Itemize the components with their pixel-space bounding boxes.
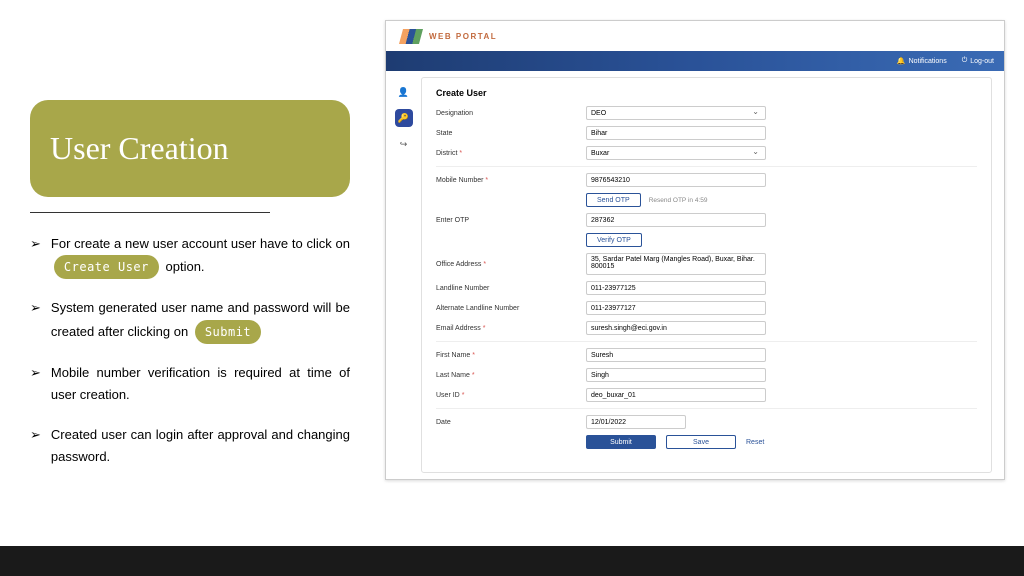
create-user-form: Create User Designation DEO State Bihar … xyxy=(421,77,992,473)
resend-timer: Resend OTP in 4:59 xyxy=(649,197,708,204)
notifications-label: Notifications xyxy=(909,58,947,65)
instruction-item: System generated user name and password … xyxy=(30,297,350,343)
key-icon[interactable]: 🔑 xyxy=(395,109,413,127)
office-label: Office Address * xyxy=(436,261,586,268)
instruction-panel: User Creation For create a new user acco… xyxy=(30,100,350,486)
otp-label: Enter OTP xyxy=(436,217,586,224)
instruction-list: For create a new user account user have … xyxy=(30,233,350,468)
reset-link[interactable]: Reset xyxy=(746,439,764,446)
send-otp-button[interactable]: Send OTP xyxy=(586,193,641,207)
firstname-input[interactable]: Suresh xyxy=(586,348,766,362)
instruction-text: Created user can login after approval an… xyxy=(51,424,350,468)
logout-link[interactable]: ⏻ Log-out xyxy=(962,57,994,65)
instruction-text: Mobile number verification is required a… xyxy=(51,362,350,406)
district-select[interactable]: Buxar xyxy=(586,146,766,160)
instruction-item: Created user can login after approval an… xyxy=(30,424,350,468)
instruction-item: Mobile number verification is required a… xyxy=(30,362,350,406)
instruction-text: For create a new user account user have … xyxy=(51,236,350,251)
logo-icon xyxy=(399,29,423,44)
userid-label: User ID * xyxy=(436,392,586,399)
designation-select[interactable]: DEO xyxy=(586,106,766,120)
lastname-input[interactable]: Singh xyxy=(586,368,766,382)
bell-icon: 🔔 xyxy=(897,57,906,65)
alt-landline-input[interactable]: 011-23977127 xyxy=(586,301,766,315)
notifications-link[interactable]: 🔔 Notifications xyxy=(897,57,947,65)
form-title: Create User xyxy=(436,88,977,98)
office-input[interactable]: 35, Sardar Patel Marg (Mangles Road), Bu… xyxy=(586,253,766,275)
exit-icon[interactable]: ↪ xyxy=(395,135,413,153)
instruction-text: option. xyxy=(166,259,205,274)
save-button[interactable]: Save xyxy=(666,435,736,449)
portal-frame: WEB PORTAL 🔔 Notifications ⏻ Log-out 👤 🔑… xyxy=(385,20,1005,480)
email-label: Email Address * xyxy=(436,325,586,332)
firstname-label: First Name * xyxy=(436,352,586,359)
submit-button[interactable]: Submit xyxy=(586,435,656,449)
userid-input[interactable]: deo_buxar_01 xyxy=(586,388,766,402)
designation-label: Designation xyxy=(436,110,586,117)
logout-label: Log-out xyxy=(970,58,994,65)
top-nav-bar: 🔔 Notifications ⏻ Log-out xyxy=(386,51,1004,71)
page-title: User Creation xyxy=(50,130,330,167)
verify-otp-button[interactable]: Verify OTP xyxy=(586,233,642,247)
power-icon: ⏻ xyxy=(962,57,968,65)
divider xyxy=(436,166,977,167)
portal-body: 👤 🔑 ↪ Create User Designation DEO State … xyxy=(386,71,1004,479)
instruction-item: For create a new user account user have … xyxy=(30,233,350,279)
lastname-label: Last Name * xyxy=(436,372,586,379)
email-input[interactable]: suresh.singh@eci.gov.in xyxy=(586,321,766,335)
landline-label: Landline Number xyxy=(436,285,586,292)
divider xyxy=(436,408,977,409)
state-input[interactable]: Bihar xyxy=(586,126,766,140)
create-user-pill: Create User xyxy=(54,255,159,279)
mobile-label: Mobile Number * xyxy=(436,177,586,184)
title-underline xyxy=(30,212,270,213)
user-icon[interactable]: 👤 xyxy=(395,83,413,101)
bottom-bar xyxy=(0,546,1024,576)
sidebar: 👤 🔑 ↪ xyxy=(386,71,421,479)
divider xyxy=(436,341,977,342)
portal-brand: WEB PORTAL xyxy=(429,32,497,41)
portal-header: WEB PORTAL xyxy=(386,21,1004,51)
mobile-input[interactable]: 9876543210 xyxy=(586,173,766,187)
state-label: State xyxy=(436,130,586,137)
landline-input[interactable]: 011-23977125 xyxy=(586,281,766,295)
date-label: Date xyxy=(436,419,586,426)
alt-landline-label: Alternate Landline Number xyxy=(436,305,586,312)
district-label: District * xyxy=(436,150,586,157)
otp-input[interactable]: 287362 xyxy=(586,213,766,227)
title-box: User Creation xyxy=(30,100,350,197)
submit-pill: Submit xyxy=(195,320,261,344)
date-input[interactable]: 12/01/2022 xyxy=(586,415,686,429)
